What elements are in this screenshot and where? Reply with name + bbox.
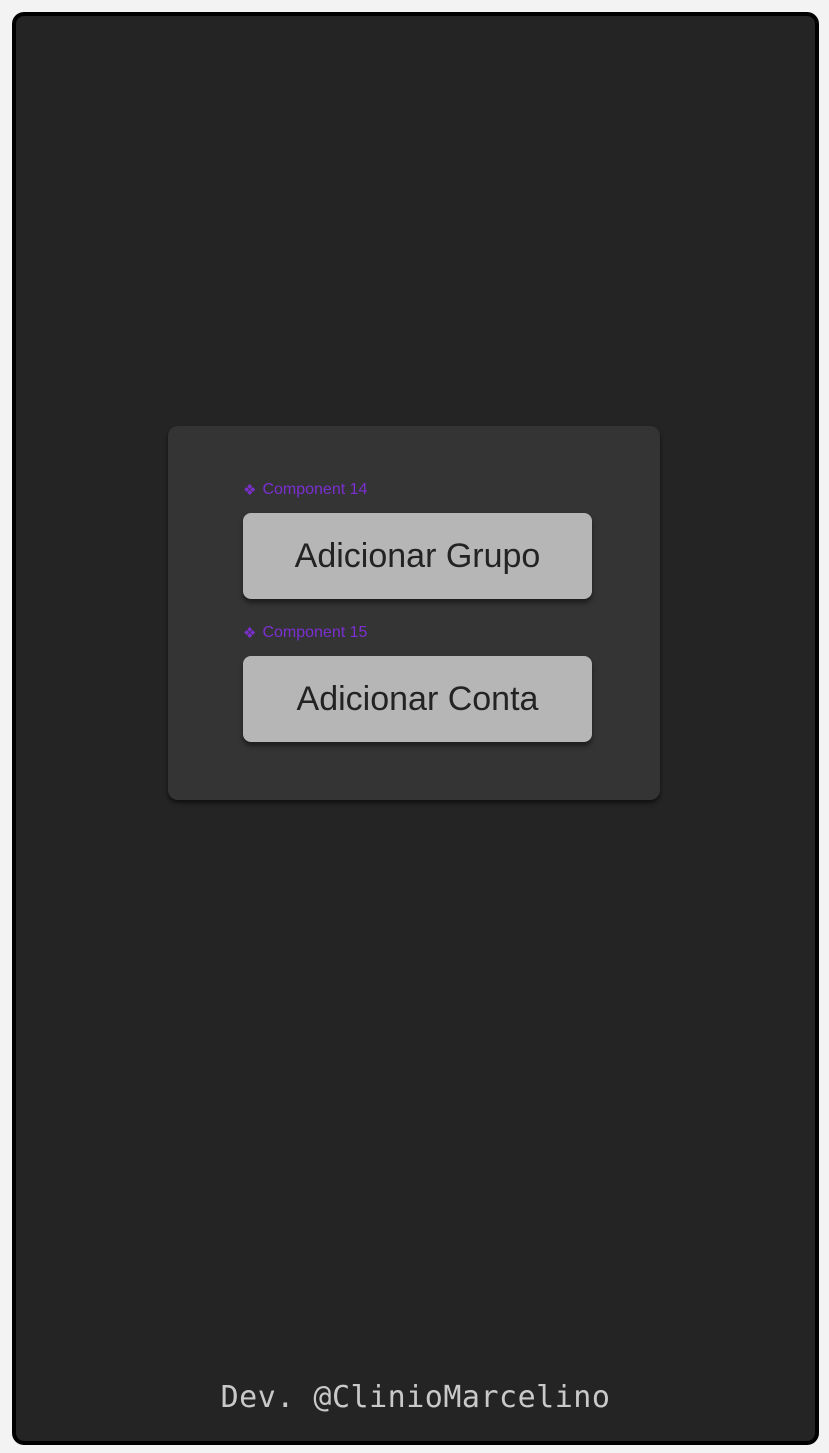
- developer-credit: Dev. @ClinioMarcelino: [220, 1380, 611, 1415]
- component-diamond-icon: ❖: [243, 624, 257, 642]
- button-panel: ❖ Component 14 Adicionar Grupo ❖ Compone…: [168, 426, 660, 800]
- component-15-label: ❖ Component 15: [243, 624, 367, 642]
- adicionar-conta-button[interactable]: Adicionar Conta: [243, 656, 592, 742]
- adicionar-grupo-button[interactable]: Adicionar Grupo: [243, 513, 592, 599]
- app-frame: ❖ Component 14 Adicionar Grupo ❖ Compone…: [12, 12, 819, 1445]
- component-14-label: ❖ Component 14: [243, 481, 367, 499]
- component-14-label-text: Component 14: [262, 481, 368, 498]
- component-diamond-icon: ❖: [243, 481, 257, 499]
- component-15-label-text: Component 15: [262, 624, 368, 641]
